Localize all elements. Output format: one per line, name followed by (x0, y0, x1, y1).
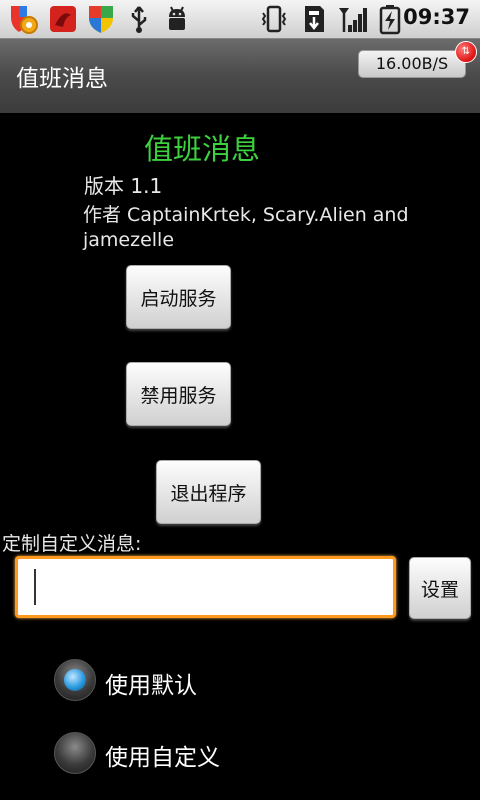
vibrate-icon (261, 5, 287, 33)
start-service-button[interactable]: 启动服务 (126, 265, 231, 329)
shield-colored-icon (89, 6, 113, 33)
status-clock: 09:37 (403, 5, 470, 29)
app-name-heading: 值班消息 (144, 132, 261, 166)
custom-message-input[interactable] (15, 556, 396, 618)
use-default-label[interactable]: 使用默认 (105, 666, 197, 700)
battery-charging-icon (379, 5, 401, 35)
use-default-radio[interactable] (54, 659, 96, 701)
use-custom-radio[interactable] (54, 732, 96, 774)
use-custom-label[interactable]: 使用自定义 (105, 738, 220, 772)
network-speed-badge[interactable]: 16.00B/S (358, 50, 466, 78)
version-text: 版本 1.1 (84, 174, 163, 198)
author-text: 作者 CaptainKrtek, Scary.Alien and jamezel… (83, 204, 409, 251)
red-app-icon (50, 6, 76, 32)
title-bar: 值班消息 16.00B/S ⇅ (0, 38, 480, 113)
avast-shield-gear-icon (11, 6, 38, 34)
signal-icon (339, 8, 367, 32)
sd-card-icon (305, 6, 324, 32)
android-debug-icon (169, 6, 185, 30)
window-title: 值班消息 (16, 66, 108, 92)
exit-program-button[interactable]: 退出程序 (156, 460, 261, 524)
text-caret (34, 569, 36, 605)
usb-icon (131, 6, 147, 33)
custom-message-label: 定制自定义消息: (2, 533, 142, 555)
status-bar: 09:37 (0, 0, 480, 38)
disable-service-button[interactable]: 禁用服务 (126, 362, 231, 426)
set-button[interactable]: 设置 (409, 557, 471, 619)
transfer-arrows-icon: ⇅ (455, 41, 477, 63)
